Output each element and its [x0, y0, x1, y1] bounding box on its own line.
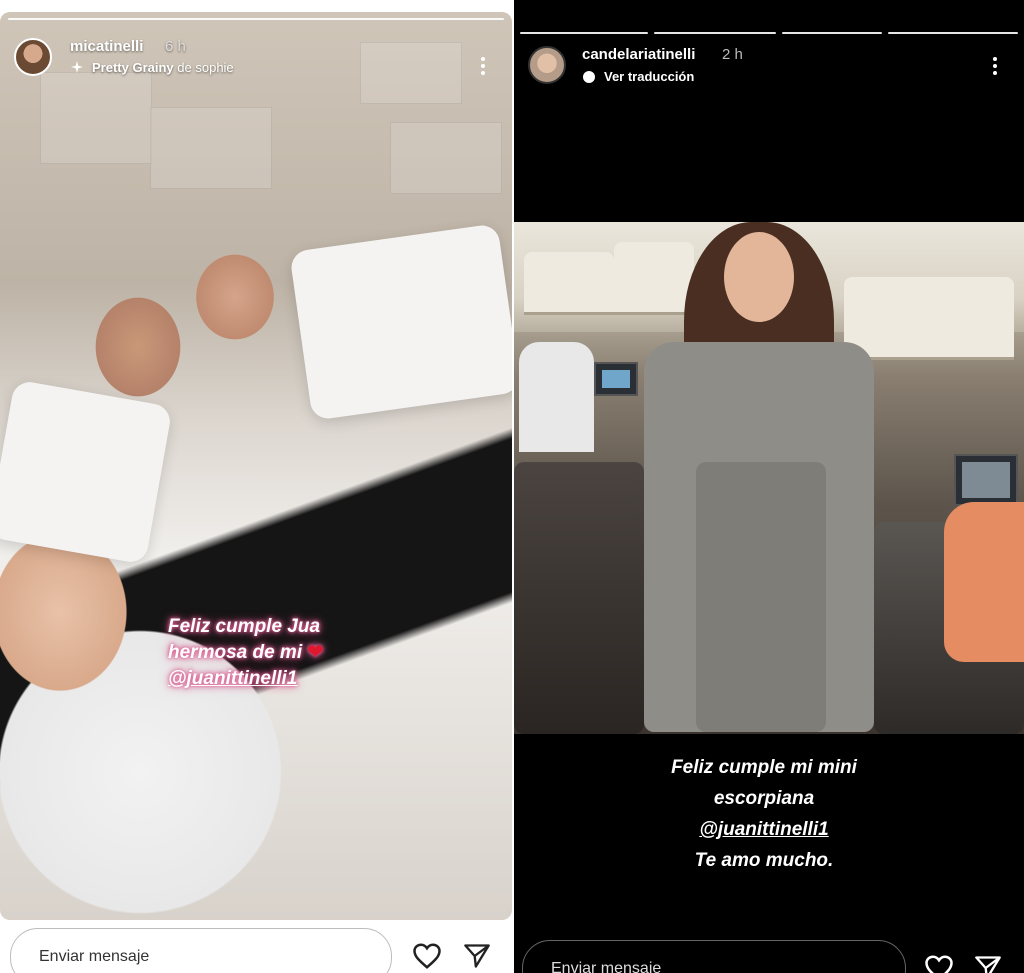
send-icon[interactable]	[974, 954, 1002, 973]
wall-stone	[390, 122, 502, 194]
filter-label[interactable]: Pretty Grainy de sophie	[92, 60, 234, 75]
caption-line: Feliz cumple mi mini	[671, 757, 857, 778]
filter-credit: de sophie	[177, 60, 234, 75]
avatar[interactable]	[528, 46, 566, 84]
seat-screen	[594, 362, 638, 396]
story-caption: Feliz cumple Jua hermosa de mi ❤ @juanit…	[168, 614, 323, 692]
left-story-panel: micatinelli 6 h Pretty Grainy de sophie …	[0, 0, 514, 973]
left-story[interactable]: micatinelli 6 h Pretty Grainy de sophie …	[0, 12, 512, 920]
filter-name: Pretty Grainy	[92, 60, 174, 75]
overhead-bin	[844, 277, 1014, 360]
caption-line: Te amo mucho.	[694, 850, 834, 871]
girl-sweater	[696, 462, 826, 732]
caption-line: Feliz cumple Jua	[168, 616, 321, 637]
cushion	[289, 223, 512, 421]
story-time: 6 h	[165, 38, 186, 55]
right-story-panel: candelariatinelli 2 h Ver traducción Fel…	[514, 0, 1024, 973]
progress-bar	[8, 18, 504, 20]
cushion	[0, 379, 173, 565]
progress-bar	[888, 32, 1018, 34]
story-username[interactable]: candelariatinelli	[582, 46, 695, 63]
progress-bar	[782, 32, 882, 34]
message-input[interactable]: Enviar mensaje	[10, 928, 392, 973]
person-arm	[944, 502, 1024, 662]
airplane-seat	[514, 462, 644, 734]
right-story-photo	[514, 222, 1024, 734]
story-time: 2 h	[722, 46, 743, 63]
mention-tag[interactable]: @juanittinelli1	[168, 666, 323, 692]
girl-face	[724, 232, 794, 322]
background-passenger	[519, 342, 594, 452]
wall-stone	[40, 72, 152, 164]
more-icon[interactable]	[992, 54, 998, 78]
send-icon[interactable]	[463, 942, 491, 970]
heart-icon[interactable]	[412, 942, 442, 970]
heart-icon[interactable]	[924, 954, 954, 973]
caption-text: hermosa de mi	[168, 642, 303, 663]
mention-tag[interactable]: @juanittinelli1	[614, 814, 914, 845]
translate-icon	[583, 71, 595, 83]
message-input[interactable]: Enviar mensaje	[522, 940, 906, 973]
overhead-bin	[614, 242, 694, 315]
caption-line-2: hermosa de mi ❤	[168, 640, 323, 666]
overhead-bin	[524, 252, 614, 315]
wall-stone	[360, 42, 462, 104]
caption-line: escorpiana	[713, 788, 815, 809]
story-username[interactable]: micatinelli	[70, 38, 143, 55]
more-icon[interactable]	[480, 54, 486, 78]
progress-bar	[520, 32, 648, 34]
wall-stone	[150, 107, 272, 189]
avatar[interactable]	[14, 38, 52, 76]
heart-emoji: ❤	[307, 642, 324, 663]
seat-screen	[954, 454, 1018, 506]
progress-bar	[654, 32, 776, 34]
sparkle-icon	[71, 61, 83, 73]
story-caption: Feliz cumple mi mini escorpiana @juanitt…	[614, 752, 914, 876]
translate-button[interactable]: Ver traducción	[604, 69, 694, 84]
